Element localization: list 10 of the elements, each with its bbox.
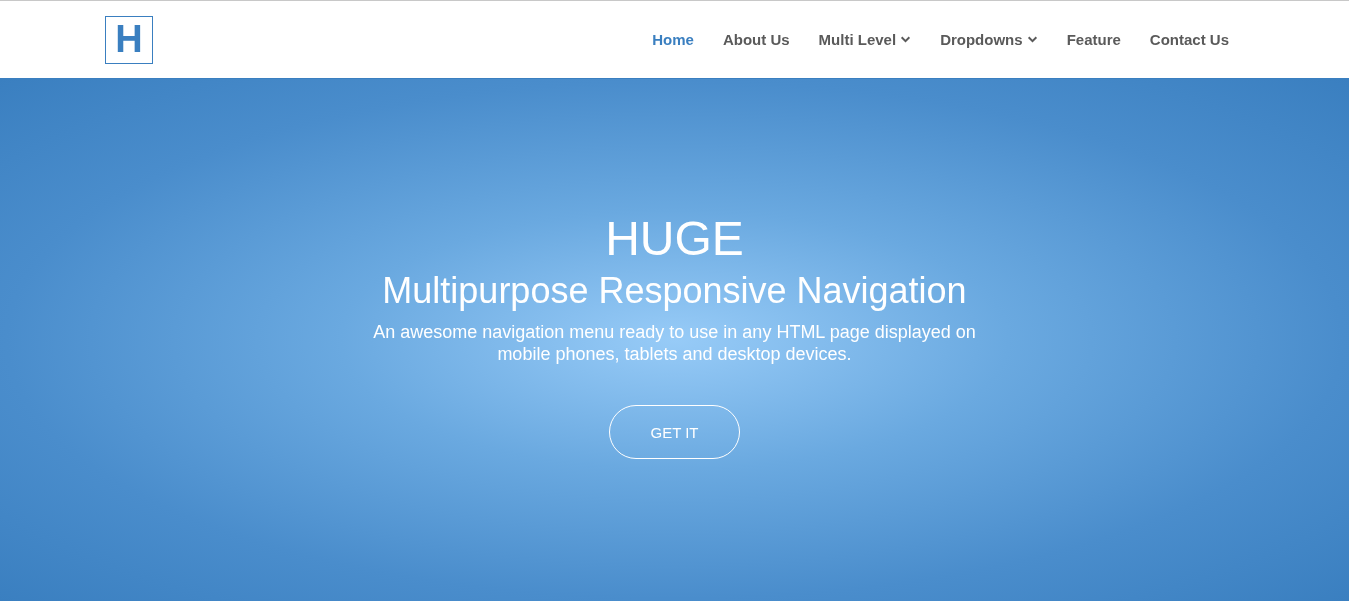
nav-link[interactable]: Multi Level xyxy=(818,31,912,48)
nav-link[interactable]: Home xyxy=(652,31,694,48)
nav-link[interactable]: Dropdowns xyxy=(940,31,1038,48)
nav-link[interactable]: About Us xyxy=(722,31,790,48)
hero-description: An awesome navigation menu ready to use in any HTML page displayed on mobile phones, tablets and desktop devices. xyxy=(372,321,977,365)
nav-link[interactable]: Feature xyxy=(1066,31,1121,48)
nav-link[interactable]: Contact Us xyxy=(1149,31,1229,48)
hero-title: HUGE xyxy=(605,211,744,267)
hero-subtitle: Multipurpose Responsive Navigation xyxy=(382,269,967,313)
logo[interactable]: H xyxy=(105,15,153,64)
